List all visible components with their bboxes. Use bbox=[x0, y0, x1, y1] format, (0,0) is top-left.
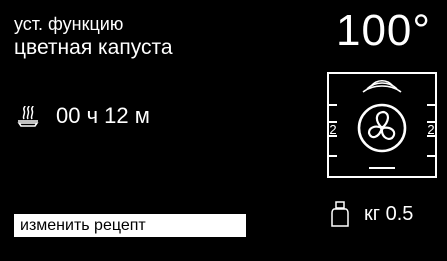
weight-icon bbox=[331, 201, 349, 227]
right-level-label: 2 bbox=[427, 122, 434, 137]
recipe-name: цветная капуста bbox=[14, 36, 173, 59]
weight-value: кг 0.5 bbox=[364, 203, 414, 225]
function-label: уст. функцию bbox=[14, 14, 124, 34]
fan-convection-icon[interactable]: 2 2 bbox=[323, 72, 441, 180]
change-recipe-button[interactable]: изменить рецепт bbox=[14, 214, 246, 237]
left-level-label: 2 bbox=[329, 122, 336, 137]
temperature-value[interactable]: 100° bbox=[336, 6, 431, 56]
oven-display-screen: уст. функцию цветная капуста 100° 00 ч 1… bbox=[0, 0, 447, 261]
cooking-timer[interactable]: 00 ч 12 м bbox=[16, 104, 150, 128]
weight-setting[interactable]: кг 0.5 bbox=[330, 200, 413, 228]
steam-dish-icon bbox=[17, 105, 39, 127]
timer-value: 00 ч 12 м bbox=[56, 103, 150, 128]
